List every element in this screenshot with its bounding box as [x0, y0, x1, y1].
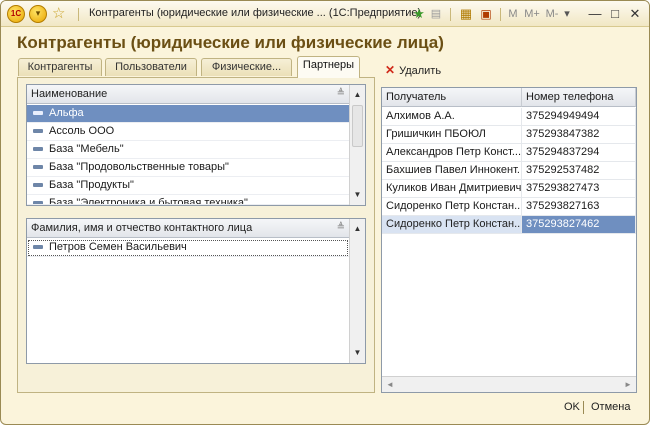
- list-item-label: База "Мебель": [49, 143, 124, 155]
- scroll-thumb[interactable]: [352, 105, 363, 147]
- recipient-cell: Гришичкин ПБОЮЛ: [382, 126, 522, 143]
- phone-cell: 375293827473: [522, 180, 636, 197]
- list-item[interactable]: База "Мебель": [27, 141, 349, 159]
- item-icon: [33, 129, 43, 134]
- tab-panel-partners: Наименование ≜ Альфа Ассоль ООО База "Ме…: [17, 77, 375, 393]
- calendar-icon[interactable]: ▣: [479, 5, 493, 23]
- star-icon[interactable]: ☆: [52, 4, 65, 22]
- chevron-down-icon[interactable]: ▾: [561, 5, 573, 23]
- delete-icon: ✕: [385, 63, 396, 77]
- separator: [583, 401, 584, 414]
- table-row[interactable]: Алхимов А.А. 375294949494: [382, 108, 636, 126]
- table-row[interactable]: Александров Петр Конст... 375294837294: [382, 144, 636, 162]
- item-icon: [33, 183, 43, 188]
- minimize-button[interactable]: —: [587, 5, 603, 23]
- table-row[interactable]: Сидоренко Петр Констан... 375293827462: [382, 216, 636, 234]
- item-icon: [33, 165, 43, 170]
- item-icon: [33, 245, 43, 250]
- phone-cell: 375293827462: [522, 216, 636, 233]
- memory-button[interactable]: M: [507, 5, 519, 23]
- memory-plus-button[interactable]: M+: [523, 5, 541, 23]
- sort-icon[interactable]: ≜: [337, 219, 345, 237]
- separator: [78, 8, 79, 21]
- recipient-cell: Александров Петр Конст...: [382, 144, 522, 161]
- close-button[interactable]: ✕: [627, 5, 643, 23]
- item-icon: [33, 111, 43, 116]
- scroll-down-icon[interactable]: ▼: [350, 345, 365, 361]
- recipient-cell: Сидоренко Петр Констан...: [382, 216, 522, 233]
- list-item-label: Альфа: [49, 107, 84, 119]
- list-item[interactable]: Петров Семен Васильевич: [27, 239, 349, 257]
- phone-cell: 375293847382: [522, 126, 636, 143]
- recipient-cell: Бахшиев Павел Иннокент...: [382, 162, 522, 179]
- page-title: Контрагенты (юридические или физические …: [17, 33, 444, 52]
- tab-contractors[interactable]: Контрагенты: [18, 58, 102, 76]
- column-header-label: Фамилия, имя и отчество контактного лица: [31, 222, 253, 234]
- column-header-recipient[interactable]: Получатель: [382, 88, 522, 107]
- tab-partners[interactable]: Партнеры: [297, 56, 360, 78]
- scroll-right-icon[interactable]: ►: [620, 377, 636, 392]
- ok-button[interactable]: OK: [564, 401, 580, 413]
- scroll-left-icon[interactable]: ◄: [382, 377, 398, 392]
- item-icon: [33, 201, 43, 204]
- recipient-cell: Куликов Иван Дмитриевич: [382, 180, 522, 197]
- vertical-scrollbar[interactable]: ▲ ▼: [349, 85, 365, 205]
- list-item-label: База "Продовольственные товары": [49, 161, 229, 173]
- item-icon: [33, 147, 43, 152]
- tab-individuals[interactable]: Физические...: [201, 58, 292, 76]
- column-header-label: Наименование: [31, 88, 108, 100]
- calculator-icon[interactable]: ▦: [459, 5, 473, 23]
- separator: [450, 8, 451, 21]
- list-item[interactable]: База "Электроника и бытовая техника": [27, 195, 349, 205]
- recipient-cell: Алхимов А.А.: [382, 108, 522, 125]
- list-item-label: База "Продукты": [49, 179, 134, 191]
- app-window: 1С ▾ ☆ Контрагенты (юридические или физи…: [0, 0, 650, 425]
- phone-cell: 375294949494: [522, 108, 636, 125]
- delete-button[interactable]: ✕ Удалить: [385, 63, 441, 77]
- title-bar: 1С ▾ ☆ Контрагенты (юридические или физи…: [1, 1, 649, 27]
- column-header-phone[interactable]: Номер телефона: [522, 88, 636, 107]
- phone-cell: 375292537482: [522, 162, 636, 179]
- recipient-cell: Сидоренко Петр Констан...: [382, 198, 522, 215]
- list-item-label: База "Электроника и бытовая техника": [49, 197, 248, 205]
- maximize-button[interactable]: □: [607, 5, 623, 23]
- 1c-logo-icon[interactable]: 1С: [7, 5, 25, 23]
- cancel-button[interactable]: Отмена: [591, 401, 630, 413]
- menu-icon[interactable]: ▾: [29, 5, 47, 23]
- window-title: Контрагенты (юридические или физические …: [89, 7, 422, 19]
- tab-users[interactable]: Пользователи: [105, 58, 197, 76]
- document-icon[interactable]: ▤: [429, 5, 443, 23]
- favorite-icon[interactable]: ★: [412, 5, 426, 23]
- phone-cell: 375293827163: [522, 198, 636, 215]
- list-item[interactable]: Ассоль ООО: [27, 123, 349, 141]
- list-item[interactable]: База "Продовольственные товары": [27, 159, 349, 177]
- list-item[interactable]: База "Продукты": [27, 177, 349, 195]
- column-header-contact[interactable]: Фамилия, имя и отчество контактного лица…: [27, 219, 349, 238]
- horizontal-scrollbar[interactable]: ◄ ►: [382, 376, 636, 392]
- sort-icon[interactable]: ≜: [337, 85, 345, 103]
- recipients-table[interactable]: Получатель Номер телефона Алхимов А.А. 3…: [381, 87, 637, 393]
- scroll-down-icon[interactable]: ▼: [350, 187, 365, 203]
- scroll-up-icon[interactable]: ▲: [350, 87, 365, 103]
- vertical-scrollbar[interactable]: ▲ ▼: [349, 219, 365, 363]
- list-item-label: Петров Семен Васильевич: [49, 241, 187, 253]
- phone-cell: 375294837294: [522, 144, 636, 161]
- table-row[interactable]: Бахшиев Павел Иннокент... 375292537482: [382, 162, 636, 180]
- table-row[interactable]: Гришичкин ПБОЮЛ 375293847382: [382, 126, 636, 144]
- column-header-name[interactable]: Наименование ≜: [27, 85, 349, 104]
- table-row[interactable]: Куликов Иван Дмитриевич 375293827473: [382, 180, 636, 198]
- delete-label: Удалить: [399, 65, 442, 77]
- partners-list[interactable]: Наименование ≜ Альфа Ассоль ООО База "Ме…: [26, 84, 366, 206]
- list-item-label: Ассоль ООО: [49, 125, 115, 137]
- scroll-up-icon[interactable]: ▲: [350, 221, 365, 237]
- memory-minus-button[interactable]: M-: [544, 5, 560, 23]
- list-item[interactable]: Альфа: [27, 105, 349, 123]
- contacts-list[interactable]: Фамилия, имя и отчество контактного лица…: [26, 218, 366, 364]
- separator: [500, 8, 501, 21]
- table-row[interactable]: Сидоренко Петр Констан... 375293827163: [382, 198, 636, 216]
